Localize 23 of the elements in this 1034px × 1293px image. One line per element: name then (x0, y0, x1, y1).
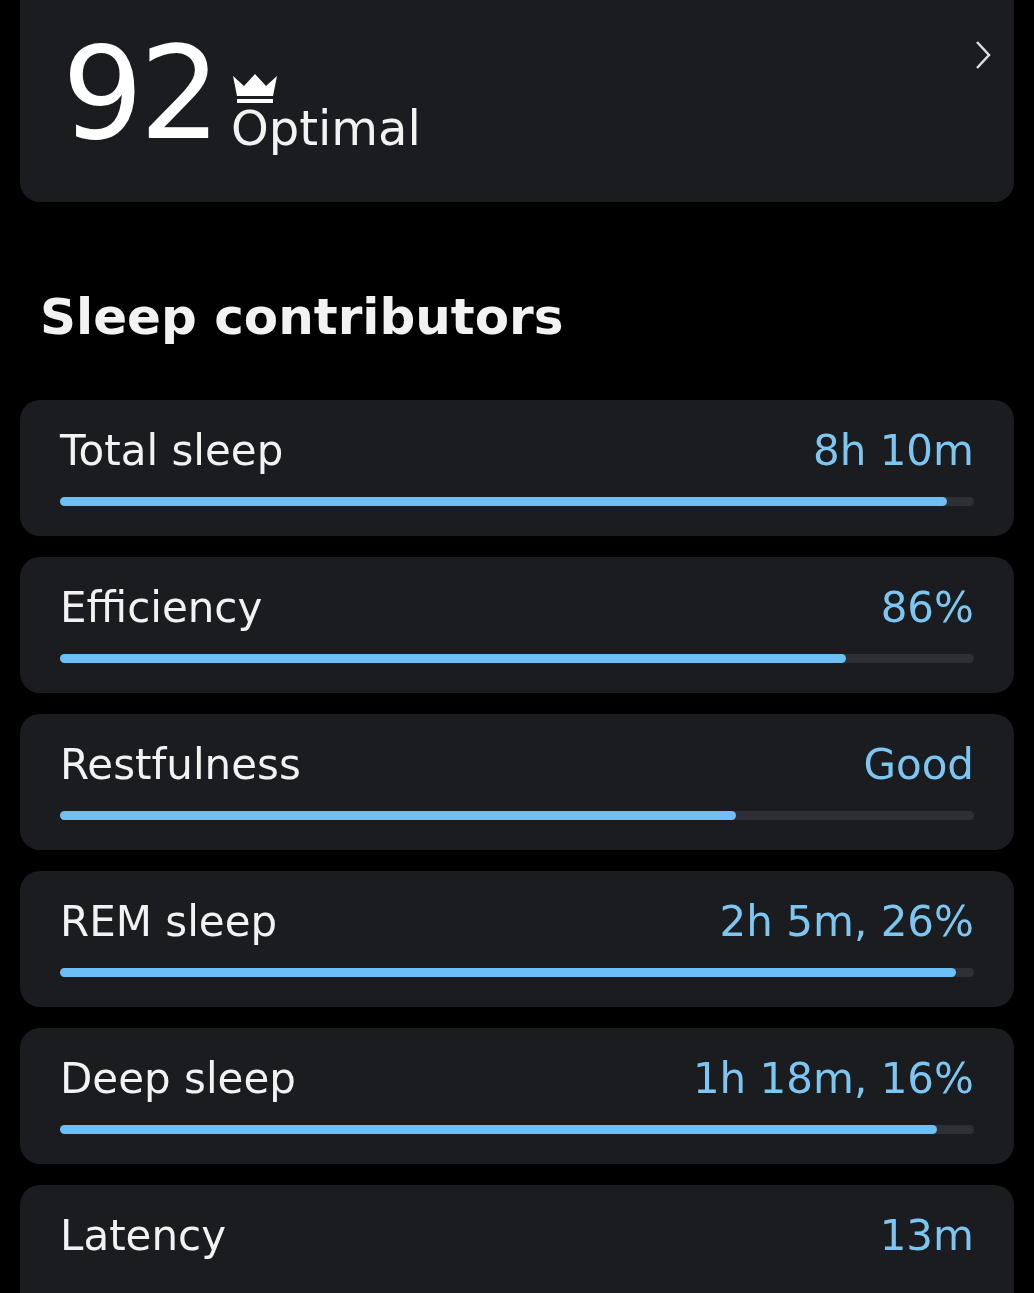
chevron-right-icon[interactable] (974, 40, 992, 70)
contributor-value: 1h 18m, 16% (692, 1054, 974, 1103)
contributor-label: Deep sleep (60, 1054, 296, 1103)
contributor-label: REM sleep (60, 897, 278, 946)
contributor-card[interactable]: REM sleep 2h 5m, 26% (20, 871, 1014, 1007)
contributor-card[interactable]: Deep sleep 1h 18m, 16% (20, 1028, 1014, 1164)
crown-icon (230, 72, 279, 104)
contributor-card[interactable]: Latency 13m (20, 1185, 1014, 1293)
sleep-score: 92 (62, 30, 217, 158)
contributor-value: 86% (880, 583, 974, 632)
contributor-value: 2h 5m, 26% (719, 897, 974, 946)
contributor-value: Good (863, 740, 974, 789)
contributor-label: Latency (60, 1211, 226, 1260)
section-title: Sleep contributors (40, 292, 565, 342)
contributor-value: 13m (879, 1211, 974, 1260)
contributor-card[interactable]: Efficiency 86% (20, 557, 1014, 693)
score-card[interactable]: 92 Optimal (20, 0, 1014, 202)
contributor-card[interactable]: Restfulness Good (20, 714, 1014, 850)
contributor-card[interactable]: Total sleep 8h 10m (20, 400, 1014, 536)
contributor-label: Restfulness (60, 740, 301, 789)
contributor-label: Total sleep (60, 426, 284, 475)
contributor-label: Efficiency (60, 583, 263, 632)
contributor-value: 8h 10m (812, 426, 974, 475)
